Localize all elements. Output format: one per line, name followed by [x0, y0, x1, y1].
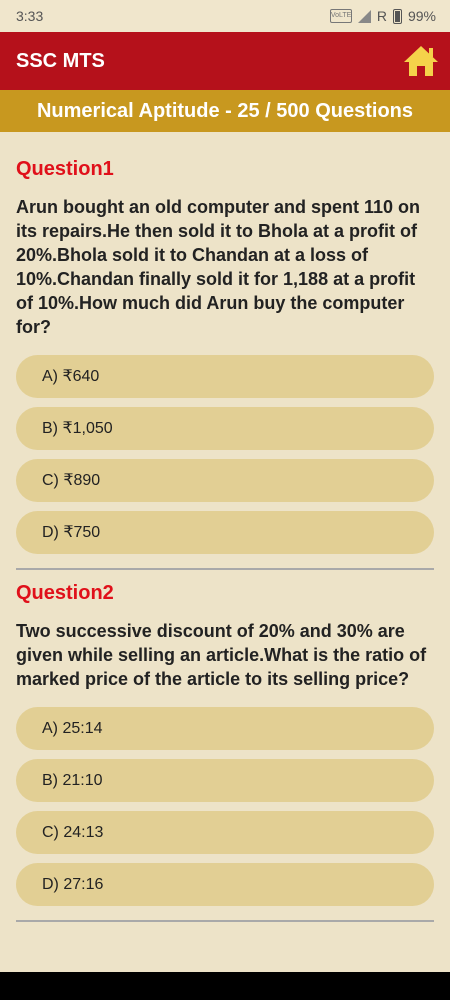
battery-level: 99% — [407, 8, 436, 24]
question-text: Arun bought an old computer and spent 11… — [16, 197, 421, 337]
question-title: Question2 — [16, 582, 114, 604]
question-card: Question1 Arun bought an old computer an… — [0, 158, 450, 554]
option-c-button[interactable]: C) 24:13 — [16, 811, 434, 854]
divider — [16, 920, 434, 922]
status-time: 3:33 — [16, 8, 44, 24]
option-d-button[interactable]: D) 27:16 — [16, 863, 434, 906]
section-header: Numerical Aptitude - 25 / 500 Questions — [0, 90, 450, 132]
options-list: A) 25:14 B) 21:10 C) 24:13 D) 27:16 — [16, 707, 434, 906]
divider — [16, 568, 434, 570]
app-bar: SSC MTS — [0, 32, 450, 90]
question-title: Question1 — [16, 158, 114, 180]
signal-icon — [357, 9, 371, 23]
app-title: SSC MTS — [16, 50, 105, 72]
option-a-button[interactable]: A) 25:14 — [16, 707, 434, 750]
option-b-button[interactable]: B) 21:10 — [16, 759, 434, 802]
question-text: Two successive discount of 20% and 30% a… — [16, 621, 427, 689]
status-bar: 3:33 VoLTE R 99% — [0, 0, 450, 32]
network-type: R — [376, 8, 387, 24]
options-list: A) ₹640 B) ₹1,050 C) ₹890 D) ₹750 — [16, 355, 434, 554]
option-d-button[interactable]: D) ₹750 — [16, 511, 434, 554]
option-c-button[interactable]: C) ₹890 — [16, 459, 434, 502]
option-b-button[interactable]: B) ₹1,050 — [16, 407, 434, 450]
question-list[interactable]: Question1 Arun bought an old computer an… — [0, 132, 450, 972]
volte-icon: VoLTE — [329, 9, 352, 23]
battery-icon — [392, 8, 402, 24]
home-icon[interactable] — [402, 43, 440, 79]
status-icons: VoLTE R 99% — [329, 8, 436, 24]
question-card: Question2 Two successive discount of 20%… — [0, 582, 450, 906]
navigation-bar — [0, 972, 450, 1000]
option-a-button[interactable]: A) ₹640 — [16, 355, 434, 398]
